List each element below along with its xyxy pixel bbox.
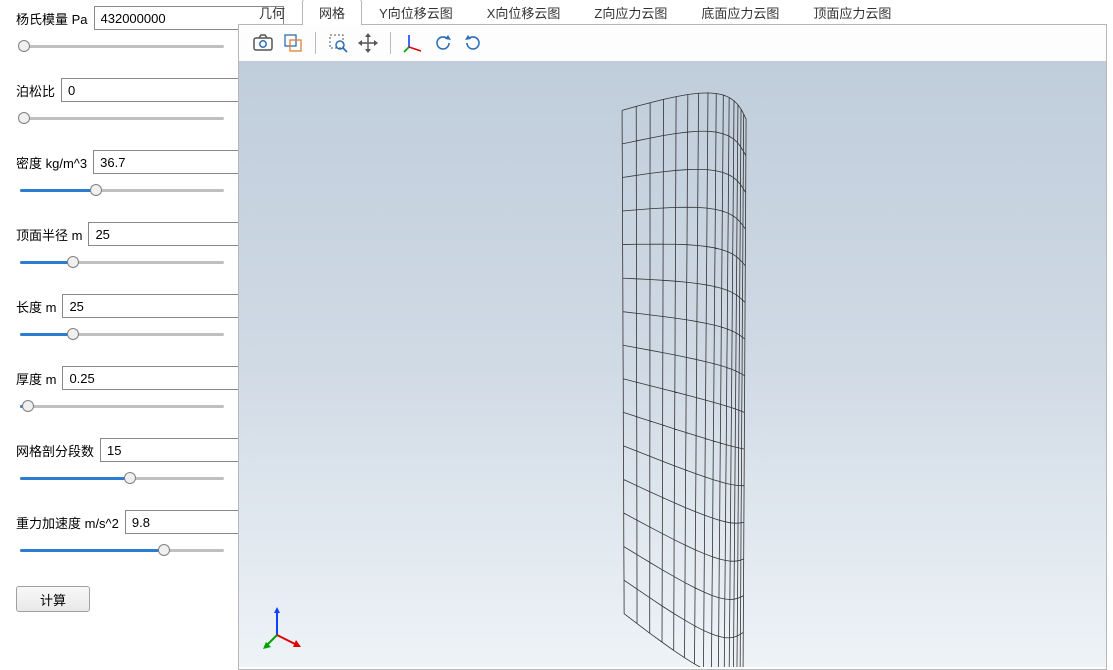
param-length: 长度 m (16, 294, 228, 344)
tab-stressT[interactable]: 顶面应力云图 (796, 0, 908, 25)
param-input-poisson[interactable] (61, 78, 251, 102)
param-label-thick: 厚度 m (16, 369, 56, 388)
param-thick: 厚度 m (16, 366, 228, 416)
param-slider-youngs[interactable] (16, 36, 228, 56)
param-label-topr: 顶面半径 m (16, 225, 82, 244)
mesh-view (239, 61, 1106, 667)
toolbar-separator (315, 32, 316, 54)
tab-bar: 几何网格Y向位移云图X向位移云图Z向应力云图底面应力云图顶面应力云图 (238, 0, 1107, 24)
axis-triad-icon (263, 605, 307, 649)
param-label-gravity: 重力加速度 m/s^2 (16, 513, 119, 532)
tab-stressB[interactable]: 底面应力云图 (684, 0, 796, 25)
zoom-region-icon[interactable] (324, 30, 352, 56)
tab-stressZ[interactable]: Z向应力云图 (577, 0, 684, 25)
param-gravity: 重力加速度 m/s^2 (16, 510, 228, 560)
param-density: 密度 kg/m^3 (16, 150, 228, 200)
param-slider-gravity[interactable] (16, 540, 228, 560)
param-slider-topr[interactable] (16, 252, 228, 272)
param-input-length[interactable] (62, 294, 252, 318)
toolbar-separator (390, 32, 391, 54)
param-slider-thick[interactable] (16, 396, 228, 416)
param-label-segs: 网格剖分段数 (16, 441, 94, 460)
viewer-toolbar (239, 25, 1106, 61)
param-slider-segs[interactable] (16, 468, 228, 488)
tab-mesh[interactable]: 网格 (302, 0, 362, 25)
param-slider-poisson[interactable] (16, 108, 228, 128)
mesh-wireframe (622, 93, 746, 667)
pan-icon[interactable] (354, 30, 382, 56)
param-label-length: 长度 m (16, 297, 56, 316)
tab-dispX[interactable]: X向位移云图 (470, 0, 578, 25)
param-label-density: 密度 kg/m^3 (16, 153, 87, 172)
box-select-icon[interactable] (279, 30, 307, 56)
parameter-panel: 杨氏模量 Pa 泊松比密度 kg/m^3 顶面半径 m 长度 m 厚度 m 网格剖分段数重… (0, 0, 238, 670)
viewer-panel (238, 24, 1107, 670)
param-slider-density[interactable] (16, 180, 228, 200)
main-area: 几何网格Y向位移云图X向位移云图Z向应力云图底面应力云图顶面应力云图 (238, 0, 1113, 670)
param-poisson: 泊松比 (16, 78, 228, 128)
param-youngs: 杨氏模量 Pa (16, 6, 228, 56)
camera-icon[interactable] (249, 30, 277, 56)
rotate-ccw-icon[interactable] (429, 30, 457, 56)
param-slider-length[interactable] (16, 324, 228, 344)
param-label-youngs: 杨氏模量 Pa (16, 9, 88, 28)
viewer-canvas[interactable] (239, 61, 1106, 667)
tab-geom[interactable]: 几何 (242, 0, 302, 25)
param-label-poisson: 泊松比 (16, 81, 55, 100)
compute-button[interactable]: 计算 (16, 586, 90, 612)
tab-dispY[interactable]: Y向位移云图 (362, 0, 470, 25)
rotate-cw-icon[interactable] (459, 30, 487, 56)
axes-toggle-icon[interactable] (399, 30, 427, 56)
param-segs: 网格剖分段数 (16, 438, 228, 488)
param-topr: 顶面半径 m (16, 222, 228, 272)
param-input-thick[interactable] (62, 366, 252, 390)
